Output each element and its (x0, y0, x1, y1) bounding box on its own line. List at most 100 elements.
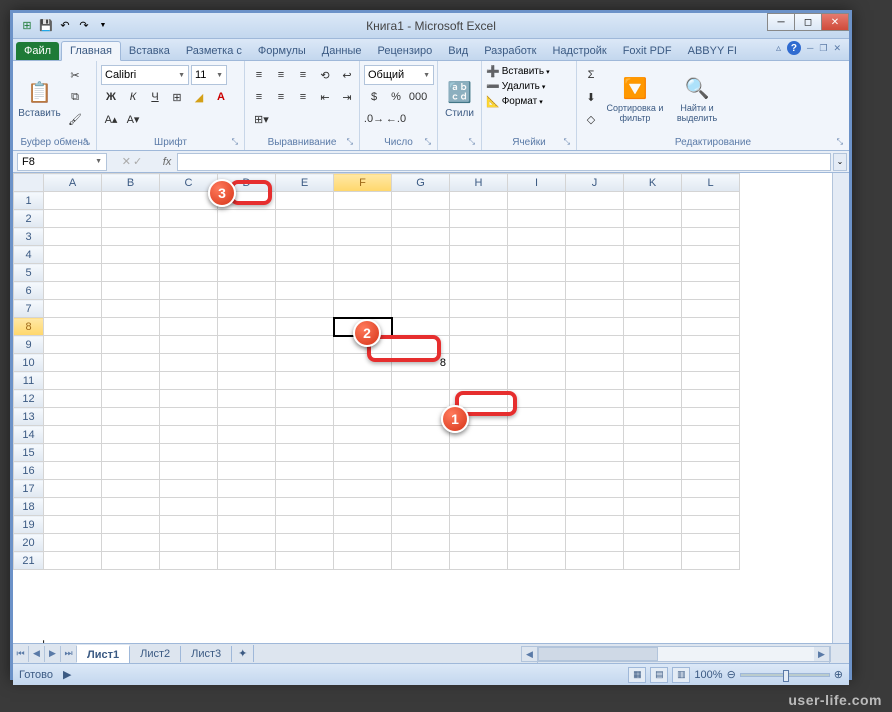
first-sheet-icon[interactable]: ⏮ (13, 646, 29, 662)
row-header-13[interactable]: 13 (14, 408, 44, 426)
cell-A4[interactable] (44, 246, 102, 264)
cell-G21[interactable] (392, 552, 450, 570)
cell-B20[interactable] (102, 534, 160, 552)
cell-K19[interactable] (624, 516, 682, 534)
cell-K6[interactable] (624, 282, 682, 300)
cell-L15[interactable] (682, 444, 740, 462)
cell-I15[interactable] (508, 444, 566, 462)
cell-L17[interactable] (682, 480, 740, 498)
cell-L5[interactable] (682, 264, 740, 282)
cell-K21[interactable] (624, 552, 682, 570)
close-button[interactable]: ✕ (821, 13, 849, 31)
cell-K12[interactable] (624, 390, 682, 408)
cell-J12[interactable] (566, 390, 624, 408)
styles-button[interactable]: 🔡 Стили (442, 63, 477, 135)
row-header-3[interactable]: 3 (14, 228, 44, 246)
row-header-9[interactable]: 9 (14, 336, 44, 354)
align-bottom-icon[interactable]: ≡ (293, 65, 313, 85)
font-size-combo[interactable]: 11▼ (191, 65, 227, 85)
doc-close-icon[interactable]: ✕ (833, 43, 841, 54)
cell-K13[interactable] (624, 408, 682, 426)
cell-J17[interactable] (566, 480, 624, 498)
cell-J16[interactable] (566, 462, 624, 480)
cell-J14[interactable] (566, 426, 624, 444)
cell-I16[interactable] (508, 462, 566, 480)
cell-H10[interactable] (450, 354, 508, 372)
format-cells-button[interactable]: 📐Формат▾ (486, 95, 572, 108)
cell-B7[interactable] (102, 300, 160, 318)
row-header-6[interactable]: 6 (14, 282, 44, 300)
cell-F7[interactable] (334, 300, 392, 318)
cell-B9[interactable] (102, 336, 160, 354)
doc-min-icon[interactable]: ─ (807, 43, 813, 53)
cell-B10[interactable] (102, 354, 160, 372)
cell-C5[interactable] (160, 264, 218, 282)
cell-A21[interactable] (44, 552, 102, 570)
cut-icon[interactable]: ✂ (65, 65, 85, 85)
cell-A19[interactable] (44, 516, 102, 534)
cell-D9[interactable] (218, 336, 276, 354)
cell-G7[interactable] (392, 300, 450, 318)
cell-I19[interactable] (508, 516, 566, 534)
cell-C19[interactable] (160, 516, 218, 534)
cell-A2[interactable] (44, 210, 102, 228)
cell-G1[interactable] (392, 192, 450, 210)
cell-H8[interactable] (450, 318, 508, 336)
cell-D21[interactable] (218, 552, 276, 570)
cell-F4[interactable] (334, 246, 392, 264)
cell-A18[interactable] (44, 498, 102, 516)
cell-L3[interactable] (682, 228, 740, 246)
cell-A13[interactable] (44, 408, 102, 426)
copy-icon[interactable]: ⧉ (65, 87, 85, 107)
sort-filter-button[interactable]: 🔽 Сортировка и фильтр (604, 63, 666, 135)
cell-B13[interactable] (102, 408, 160, 426)
align-right-icon[interactable]: ≡ (293, 87, 313, 107)
cell-C3[interactable] (160, 228, 218, 246)
cell-C6[interactable] (160, 282, 218, 300)
align-top-icon[interactable]: ≡ (249, 65, 269, 85)
last-sheet-icon[interactable]: ⏭ (61, 646, 77, 662)
cell-A9[interactable] (44, 336, 102, 354)
cell-I10[interactable] (508, 354, 566, 372)
cell-F2[interactable] (334, 210, 392, 228)
align-left-icon[interactable]: ≡ (249, 87, 269, 107)
currency-icon[interactable]: $ (364, 87, 384, 107)
column-header-H[interactable]: H (450, 174, 508, 192)
cell-B11[interactable] (102, 372, 160, 390)
cell-E18[interactable] (276, 498, 334, 516)
tab-developer[interactable]: Разработк (476, 42, 544, 60)
cell-E13[interactable] (276, 408, 334, 426)
cell-D5[interactable] (218, 264, 276, 282)
cell-L8[interactable] (682, 318, 740, 336)
cell-L20[interactable] (682, 534, 740, 552)
fill-color-button[interactable]: ◢ (189, 87, 209, 107)
shrink-font-icon[interactable]: A▾ (123, 109, 143, 129)
cell-K15[interactable] (624, 444, 682, 462)
cell-I20[interactable] (508, 534, 566, 552)
cell-I21[interactable] (508, 552, 566, 570)
cell-J3[interactable] (566, 228, 624, 246)
cell-B6[interactable] (102, 282, 160, 300)
cell-G3[interactable] (392, 228, 450, 246)
formula-input[interactable] (177, 153, 831, 171)
find-select-button[interactable]: 🔍 Найти и выделить (669, 63, 725, 135)
cell-K9[interactable] (624, 336, 682, 354)
zoom-in-button[interactable]: ⊕ (834, 668, 843, 681)
row-header-17[interactable]: 17 (14, 480, 44, 498)
cell-A1[interactable] (44, 192, 102, 210)
cell-J19[interactable] (566, 516, 624, 534)
tab-foxit[interactable]: Foxit PDF (615, 42, 680, 60)
increase-indent-icon[interactable]: ⇥ (337, 87, 357, 107)
grow-font-icon[interactable]: A▴ (101, 109, 121, 129)
cell-C16[interactable] (160, 462, 218, 480)
cell-J11[interactable] (566, 372, 624, 390)
row-header-10[interactable]: 10 (14, 354, 44, 372)
cell-I14[interactable] (508, 426, 566, 444)
wrap-text-icon[interactable]: ↩ (337, 65, 357, 85)
row-header-1[interactable]: 1 (14, 192, 44, 210)
tab-formulas[interactable]: Формулы (250, 42, 314, 60)
increase-decimal-icon[interactable]: .0→ (364, 109, 384, 129)
cell-G19[interactable] (392, 516, 450, 534)
cell-D18[interactable] (218, 498, 276, 516)
cell-L6[interactable] (682, 282, 740, 300)
